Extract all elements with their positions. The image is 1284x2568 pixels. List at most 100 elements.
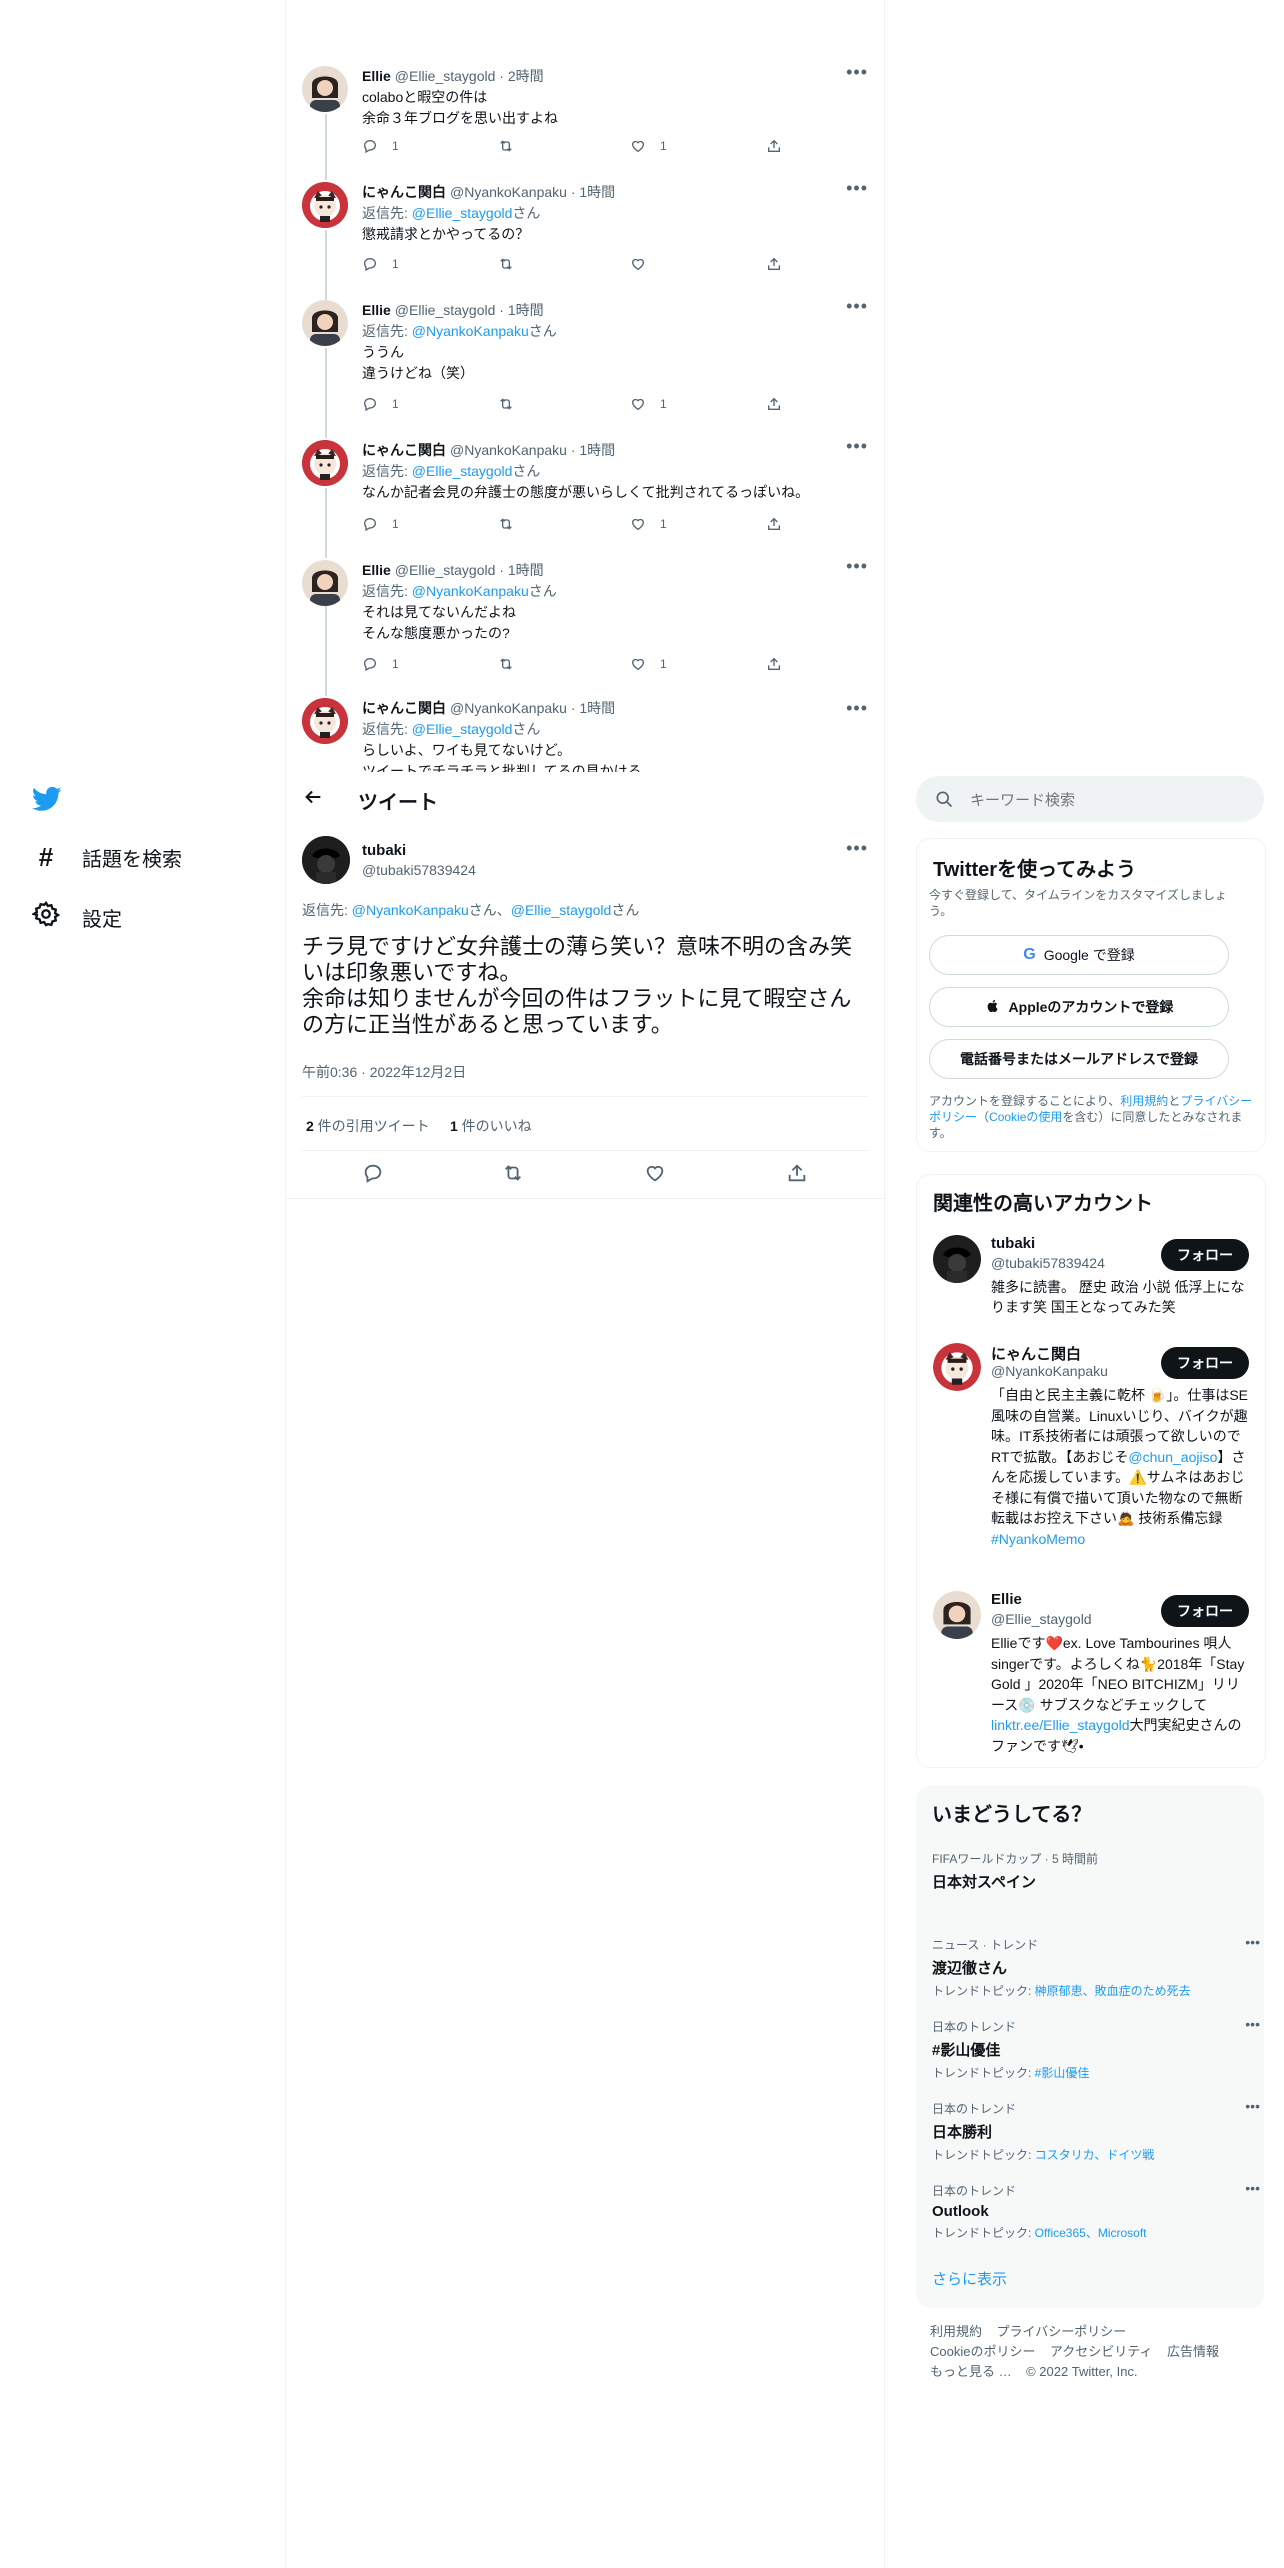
author-name[interactable]: にゃんこ関白 xyxy=(362,184,446,200)
reply-to-link[interactable]: @Ellie_staygold xyxy=(412,463,513,479)
bio-hashtag-link[interactable]: #NyankoMemo xyxy=(991,1531,1085,1547)
author-name[interactable]: Ellie xyxy=(362,562,391,578)
reply-to-link[interactable]: @NyankoKanpaku xyxy=(352,902,469,918)
bio-mention-link[interactable]: @chun_aojiso xyxy=(1128,1449,1217,1465)
trend-topics-link[interactable]: Office365、Microsoft xyxy=(1035,2226,1147,2240)
like-button[interactable]: 1 xyxy=(630,396,667,412)
search-input[interactable] xyxy=(968,786,1252,814)
avatar[interactable] xyxy=(302,560,348,606)
thread-tweet[interactable]: にゃんこ関白 @NyankoKanpaku · 1時間 返信先: @Ellie_s… xyxy=(302,698,868,774)
like-button[interactable]: 1 xyxy=(630,138,667,154)
more-options-icon[interactable]: ••• xyxy=(846,436,868,457)
quote-tweets-stat[interactable]: 2 件の引用ツイート xyxy=(306,1116,430,1136)
search-box[interactable] xyxy=(916,776,1264,822)
terms-link[interactable]: 利用規約 xyxy=(1120,1094,1168,1108)
share-button[interactable] xyxy=(766,516,782,532)
follow-button[interactable]: フォロー xyxy=(1161,1239,1249,1271)
retweet-button[interactable] xyxy=(498,396,528,412)
more-options-icon[interactable]: ••• xyxy=(846,178,868,199)
thread-tweet[interactable]: Ellie @Ellie_staygold · 2時間 colaboと暇空の件は … xyxy=(302,62,868,166)
reply-button[interactable]: 1 xyxy=(362,656,399,672)
thread-tweet[interactable]: Ellie @Ellie_staygold · 1時間 返信先: @NyankoK… xyxy=(302,296,868,430)
avatar[interactable] xyxy=(933,1235,981,1283)
follow-button[interactable]: フォロー xyxy=(1161,1347,1249,1379)
thread-tweet[interactable]: にゃんこ関白 @NyankoKanpaku · 1時間 返信先: @Ellie_s… xyxy=(302,178,868,292)
reply-button[interactable] xyxy=(362,1162,384,1189)
cookie-link[interactable]: Cookieの使用 xyxy=(989,1110,1062,1124)
bio-url-link[interactable]: linktr.ee/Ellie_staygold xyxy=(991,1717,1130,1733)
reply-to-link[interactable]: @NyankoKanpaku xyxy=(412,323,529,339)
footer-accessibility-link[interactable]: アクセシビリティ xyxy=(1050,2344,1153,2359)
thread-tweet[interactable]: にゃんこ関白 @NyankoKanpaku · 1時間 返信先: @Ellie_s… xyxy=(302,436,868,550)
author-name[interactable]: にゃんこ関白 xyxy=(362,442,446,458)
account-item[interactable]: Ellie @Ellie_staygold フォロー Ellieです❤️ex. … xyxy=(917,1587,1265,1767)
trend-item[interactable]: 日本のトレンド Outlook トレンドトピック: Office365、Micr… xyxy=(932,2180,1260,2252)
retweet-button[interactable] xyxy=(502,1162,524,1189)
tweet-time[interactable]: · 1時間 xyxy=(499,302,543,318)
trend-topics-link[interactable]: 榊原郁恵、敗血症のため死去 xyxy=(1035,1984,1191,1998)
tweet-time[interactable]: · 1時間 xyxy=(499,562,543,578)
reply-button[interactable]: 1 xyxy=(362,256,399,272)
more-options-icon[interactable]: ••• xyxy=(846,296,868,317)
author-name[interactable]: Ellie xyxy=(362,302,391,318)
avatar[interactable] xyxy=(933,1591,981,1639)
share-button[interactable] xyxy=(766,256,782,272)
reply-to-link[interactable]: @NyankoKanpaku xyxy=(412,583,529,599)
nav-explore[interactable]: # 話題を検索 xyxy=(32,842,182,873)
more-options-icon[interactable]: ••• xyxy=(846,698,868,719)
more-options-icon[interactable]: ••• xyxy=(1245,2098,1260,2114)
trend-item[interactable]: 日本のトレンド #影山優佳 トレンドトピック: #影山優佳 ••• xyxy=(932,2016,1260,2088)
more-options-icon[interactable]: ••• xyxy=(846,556,868,577)
like-button[interactable]: 1 xyxy=(630,516,667,532)
retweet-button[interactable] xyxy=(498,516,528,532)
retweet-button[interactable] xyxy=(498,138,528,154)
nav-settings[interactable]: 設定 xyxy=(30,900,122,934)
like-button[interactable] xyxy=(630,256,660,272)
reply-to-link[interactable]: @Ellie_staygold xyxy=(412,205,513,221)
share-button[interactable] xyxy=(766,396,782,412)
reply-button[interactable]: 1 xyxy=(362,396,399,412)
phone-email-signup-button[interactable]: 電話番号またはメールアドレスで登録 xyxy=(929,1039,1229,1079)
tweet-time[interactable]: · 2時間 xyxy=(499,68,543,84)
author-handle[interactable]: @NyankoKanpaku xyxy=(450,700,567,716)
google-signup-button[interactable]: G Google で登録 xyxy=(929,935,1229,975)
tweet-timestamp[interactable]: 午前0:36 · 2022年12月2日 xyxy=(302,1062,466,1082)
more-options-icon[interactable]: ••• xyxy=(1245,2016,1260,2032)
trend-item[interactable]: 日本のトレンド 日本勝利 トレンドトピック: コスタリカ、ドイツ戦 ••• xyxy=(932,2098,1260,2170)
author-handle[interactable]: @Ellie_staygold xyxy=(395,302,496,318)
author-name[interactable]: Ellie xyxy=(362,68,391,84)
like-button[interactable]: 1 xyxy=(630,656,667,672)
more-options-icon[interactable]: ••• xyxy=(846,838,868,859)
like-button[interactable] xyxy=(644,1162,666,1189)
apple-signup-button[interactable]: Appleのアカウントで登録 xyxy=(929,987,1229,1027)
footer-ads-link[interactable]: 広告情報 xyxy=(1167,2344,1219,2359)
reply-to-link[interactable]: @Ellie_staygold xyxy=(412,721,513,737)
avatar[interactable] xyxy=(302,66,348,112)
twitter-logo-icon[interactable] xyxy=(32,784,64,816)
share-button[interactable] xyxy=(786,1162,808,1189)
avatar[interactable] xyxy=(302,836,350,884)
author-name[interactable]: にゃんこ関白 xyxy=(362,700,446,716)
trend-topics-link[interactable]: コスタリカ、ドイツ戦 xyxy=(1035,2148,1155,2162)
thread-tweet[interactable]: Ellie @Ellie_staygold · 1時間 返信先: @NyankoK… xyxy=(302,556,868,690)
more-options-icon[interactable]: ••• xyxy=(846,62,868,83)
share-button[interactable] xyxy=(766,138,782,154)
reply-button[interactable]: 1 xyxy=(362,138,399,154)
avatar[interactable] xyxy=(302,182,348,228)
tweet-time[interactable]: · 1時間 xyxy=(571,700,615,716)
trend-item[interactable]: FIFAワールドカップ · 5 時間前 日本対スペイン xyxy=(932,1850,1252,1930)
avatar[interactable] xyxy=(933,1343,981,1391)
share-button[interactable] xyxy=(766,656,782,672)
tweet-time[interactable]: · 1時間 xyxy=(571,184,615,200)
avatar[interactable] xyxy=(302,440,348,486)
footer-cookie-link[interactable]: Cookieのポリシー xyxy=(930,2344,1035,2359)
reply-to-link[interactable]: @Ellie_staygold xyxy=(511,902,612,918)
show-more-link[interactable]: さらに表示 xyxy=(932,2268,1007,2289)
retweet-button[interactable] xyxy=(498,656,528,672)
retweet-button[interactable] xyxy=(498,256,528,272)
tweet-time[interactable]: · 1時間 xyxy=(571,442,615,458)
author-handle[interactable]: @Ellie_staygold xyxy=(395,562,496,578)
avatar[interactable] xyxy=(302,300,348,346)
footer-more-link[interactable]: もっと見る … xyxy=(930,2364,1012,2379)
author-handle[interactable]: @NyankoKanpaku xyxy=(450,184,567,200)
